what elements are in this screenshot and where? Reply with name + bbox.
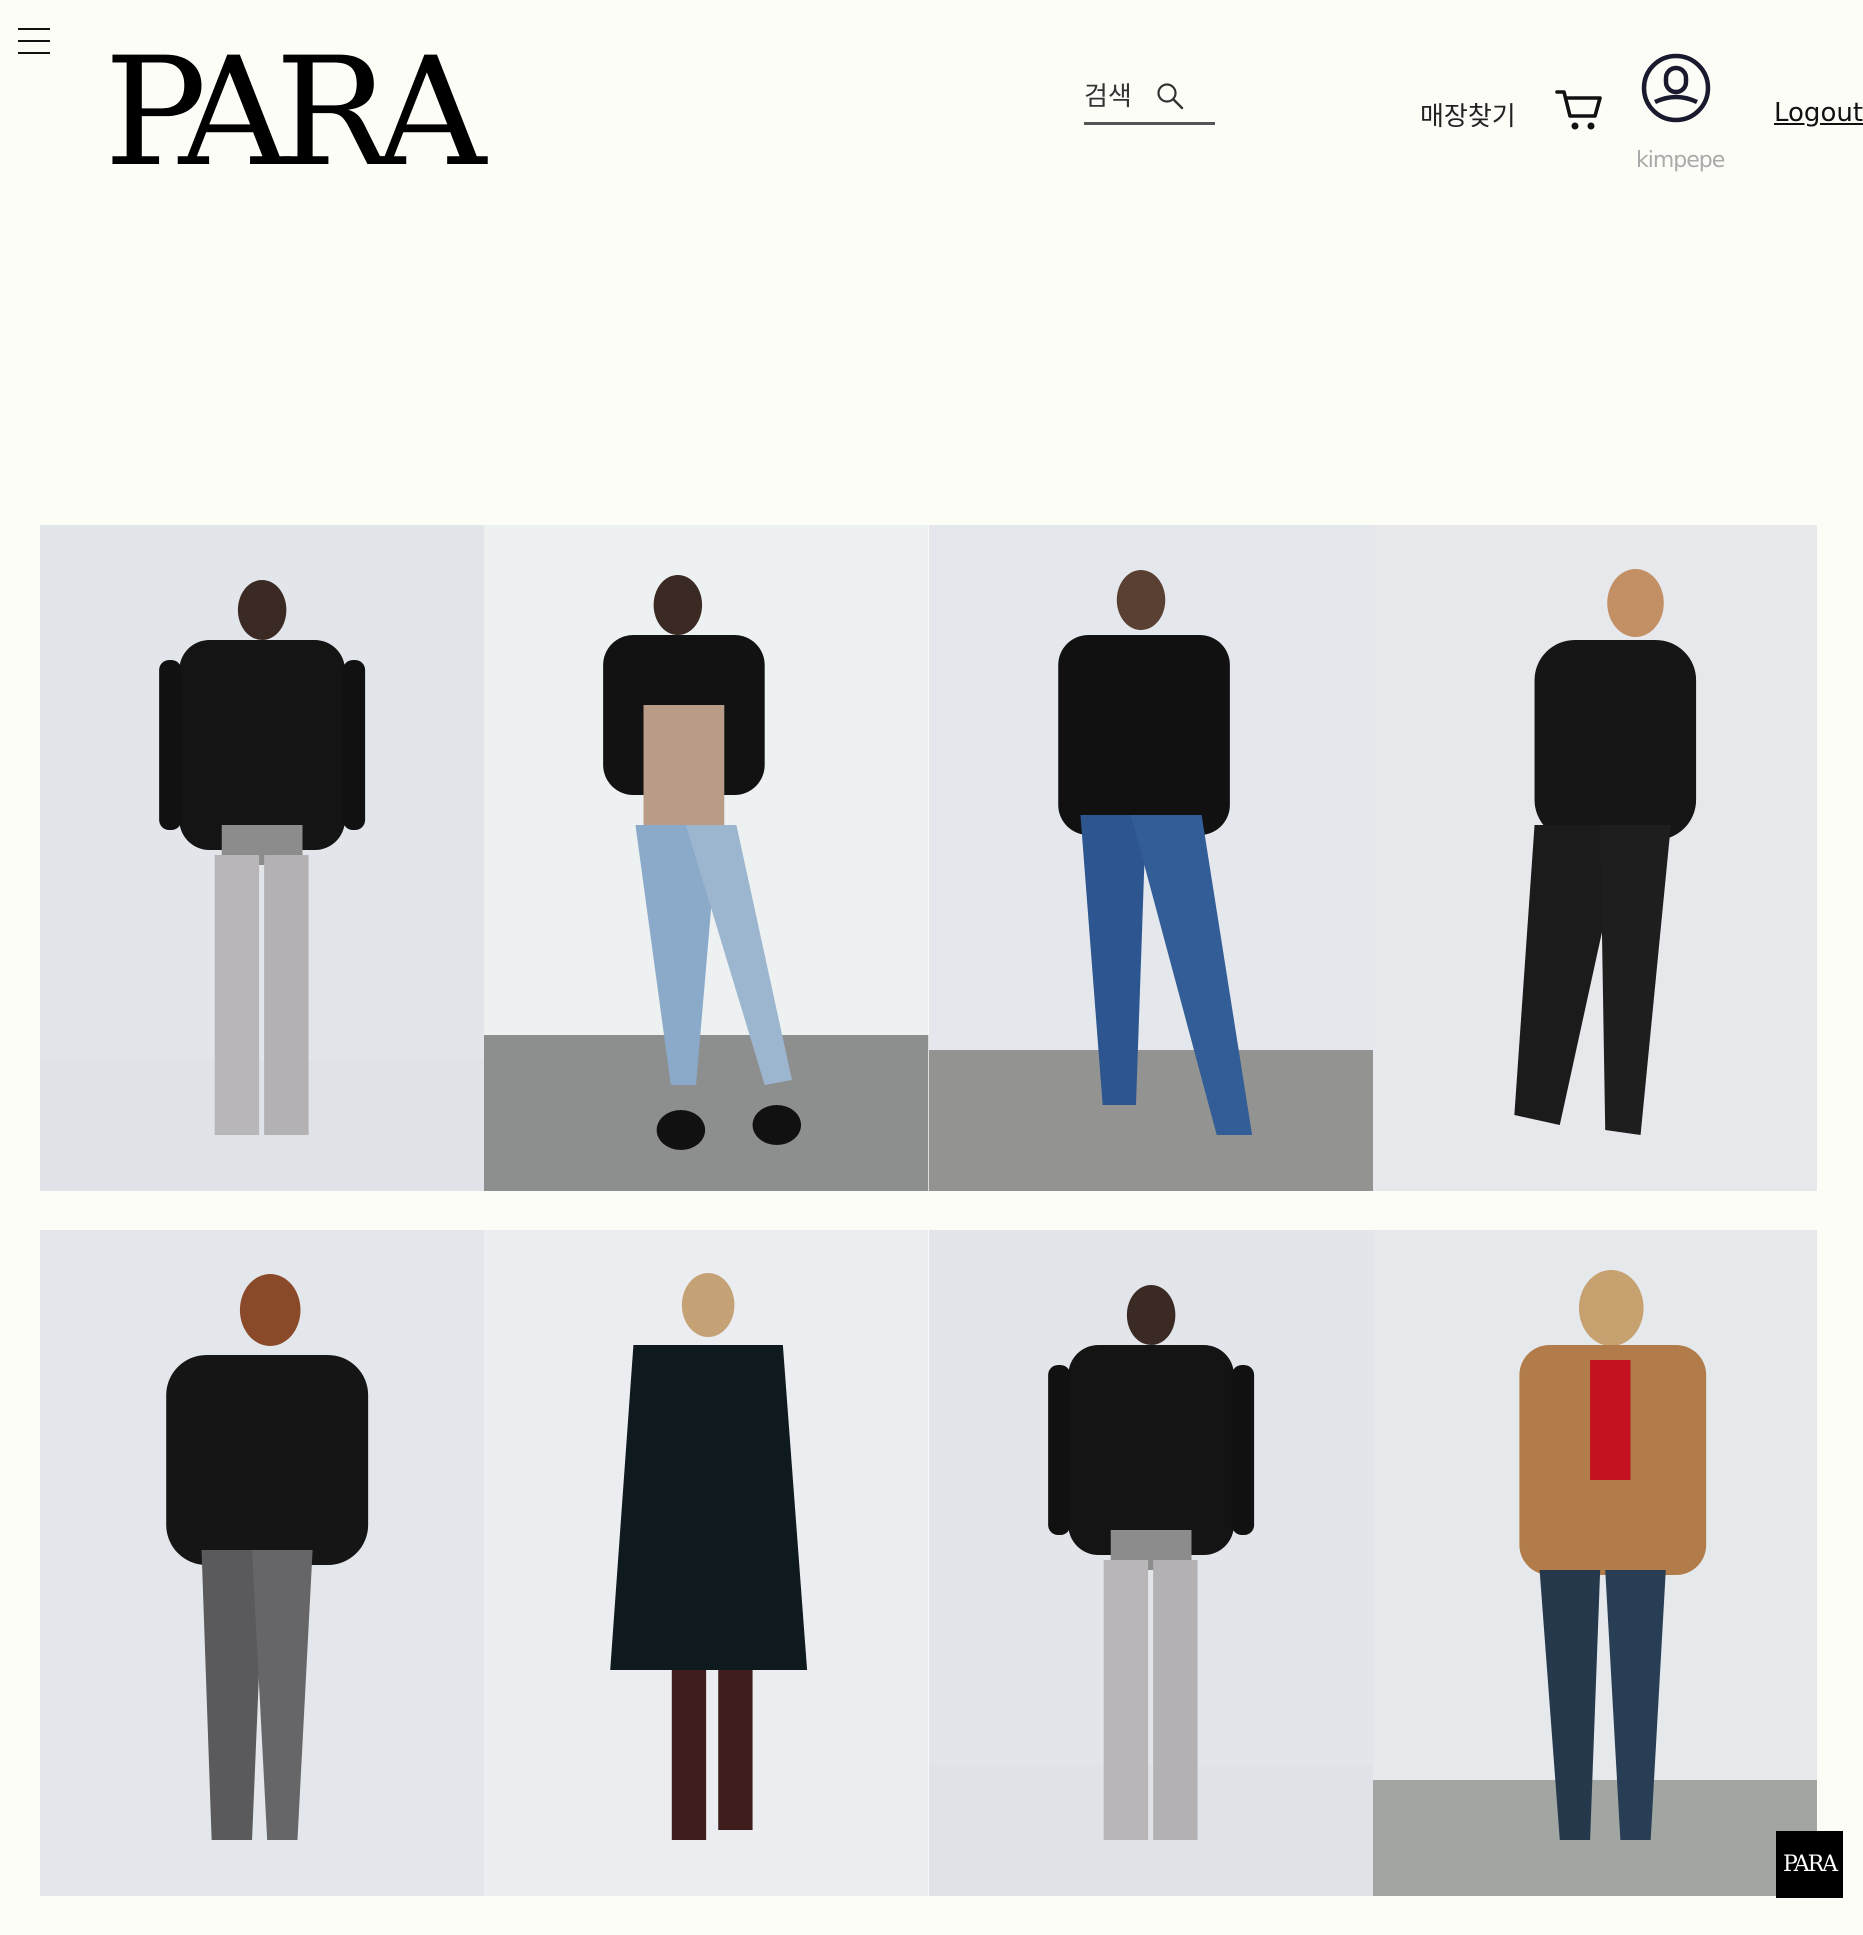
product-image (1372, 525, 1817, 1191)
product-image (928, 525, 1373, 1191)
floating-brand-logo[interactable]: PARA (1776, 1831, 1843, 1898)
search-box[interactable] (1084, 80, 1215, 125)
product-image (40, 1230, 485, 1896)
username-label: kimpepe (1636, 148, 1725, 173)
store-locator-link[interactable]: 매장찾기 (1420, 96, 1516, 133)
search-icon[interactable] (1156, 82, 1184, 114)
product-grid (40, 525, 1817, 1935)
product-card[interactable] (928, 525, 1373, 1191)
logout-link[interactable]: Logout (1774, 98, 1863, 128)
brand-logo[interactable]: PARA (104, 38, 486, 188)
product-card[interactable] (484, 1230, 929, 1896)
product-card[interactable] (1372, 1230, 1817, 1896)
product-image (484, 525, 929, 1191)
product-image (40, 525, 485, 1191)
product-card[interactable] (40, 1230, 485, 1896)
product-row (40, 1230, 1817, 1896)
product-card[interactable] (40, 525, 485, 1191)
product-card[interactable] (1372, 525, 1817, 1191)
shopping-cart-icon[interactable] (1555, 88, 1603, 136)
product-image (1372, 1230, 1817, 1896)
product-card[interactable] (484, 525, 929, 1191)
user-profile-icon[interactable] (1640, 52, 1712, 124)
hamburger-menu-icon[interactable] (18, 28, 50, 56)
product-image (484, 1230, 929, 1896)
product-card[interactable] (928, 1230, 1373, 1896)
product-row (40, 525, 1817, 1191)
search-input[interactable] (1084, 80, 1148, 114)
product-image (928, 1230, 1373, 1896)
